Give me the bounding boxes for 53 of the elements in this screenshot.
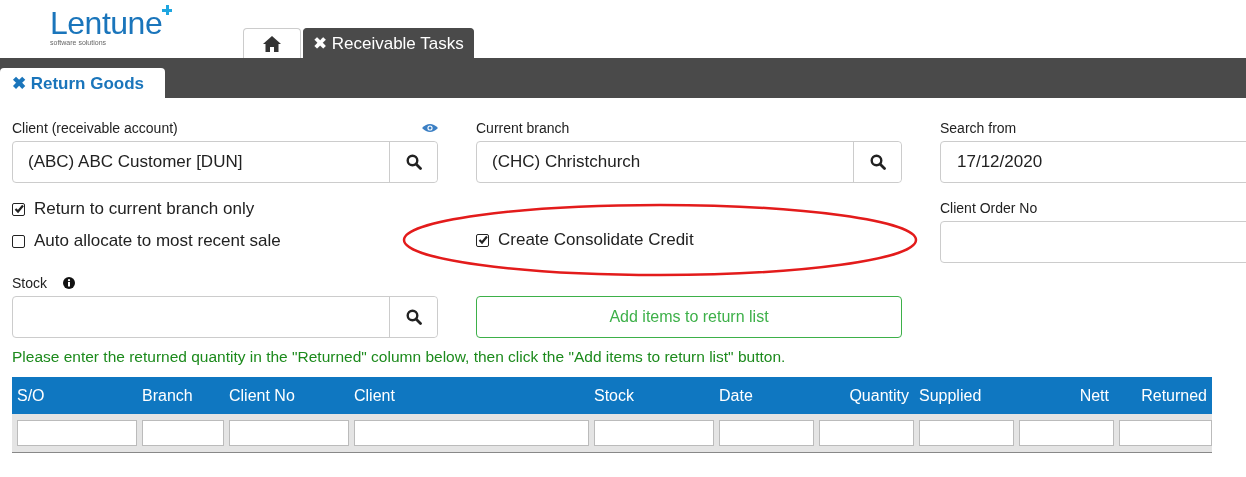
filter-field[interactable] <box>1019 420 1114 446</box>
checkbox-label: Create Consolidate Credit <box>498 230 694 250</box>
filter-field[interactable] <box>229 420 349 446</box>
column-header[interactable]: Date <box>719 386 753 404</box>
checkbox-label: Auto allocate to most recent sale <box>34 231 281 251</box>
client-field[interactable]: (ABC) ABC Customer [DUN] <box>12 141 438 183</box>
info-icon[interactable] <box>63 277 75 289</box>
client-order-field[interactable] <box>940 221 1246 263</box>
eye-icon[interactable] <box>422 123 438 133</box>
field-value: (ABC) ABC Customer [DUN] <box>27 151 244 173</box>
column-header[interactable]: Nett <box>1079 386 1109 404</box>
date-field[interactable]: 17/12/2020 <box>940 141 1246 183</box>
instruction-text: Please enter the returned quantity in the "Returned" column below, then click the "Add items to return list" button. <box>12 348 787 366</box>
checkbox[interactable] <box>476 233 489 247</box>
filter-field[interactable] <box>354 420 589 446</box>
checkbox[interactable] <box>12 234 25 248</box>
column-header[interactable]: Client No <box>229 386 295 404</box>
column-header[interactable]: Returned <box>1141 386 1207 404</box>
column-header[interactable]: Quantity <box>849 386 909 404</box>
stock-field[interactable] <box>12 296 438 338</box>
client-label: Client (receivable account) <box>12 120 178 136</box>
return-goods-tab[interactable]: ✖ Return Goods <box>0 68 165 98</box>
home-tab[interactable] <box>243 28 301 58</box>
home-icon <box>262 34 282 53</box>
search-icon <box>869 154 886 170</box>
filter-field[interactable] <box>17 420 137 446</box>
column-header[interactable]: Supplied <box>919 386 982 404</box>
receivable-tasks-tab[interactable]: ✖ Receivable Tasks <box>303 28 474 58</box>
column-header[interactable]: Stock <box>594 386 634 404</box>
search-button[interactable] <box>389 142 437 182</box>
logo-wordmark: Lentune <box>50 8 163 38</box>
add-items-button[interactable]: Add items to return list <box>476 296 902 338</box>
filter-field[interactable] <box>1119 420 1212 446</box>
search-icon <box>405 309 422 325</box>
filter-field[interactable] <box>819 420 914 446</box>
checkbox-label: Return to current branch only <box>34 199 255 219</box>
checkbox[interactable] <box>12 202 25 216</box>
search-icon <box>405 154 422 170</box>
filter-field[interactable] <box>594 420 714 446</box>
filter-field[interactable] <box>719 420 814 446</box>
stock-label: Stock <box>12 275 47 291</box>
filter-field[interactable] <box>142 420 224 446</box>
branch-field[interactable]: (CHC) Christchurch <box>476 141 902 183</box>
column-header[interactable]: Client <box>354 386 395 404</box>
search-button[interactable] <box>389 297 437 337</box>
column-header[interactable]: S/O <box>17 386 45 404</box>
search-button[interactable] <box>853 142 901 182</box>
client-order-label: Client Order No <box>940 200 1038 216</box>
branch-label: Current branch <box>476 120 570 136</box>
filter-field[interactable] <box>919 420 1014 446</box>
column-header[interactable]: Branch <box>142 386 193 404</box>
field-value: (CHC) Christchurch <box>491 151 642 173</box>
search-from-label: Search from <box>940 120 1017 136</box>
